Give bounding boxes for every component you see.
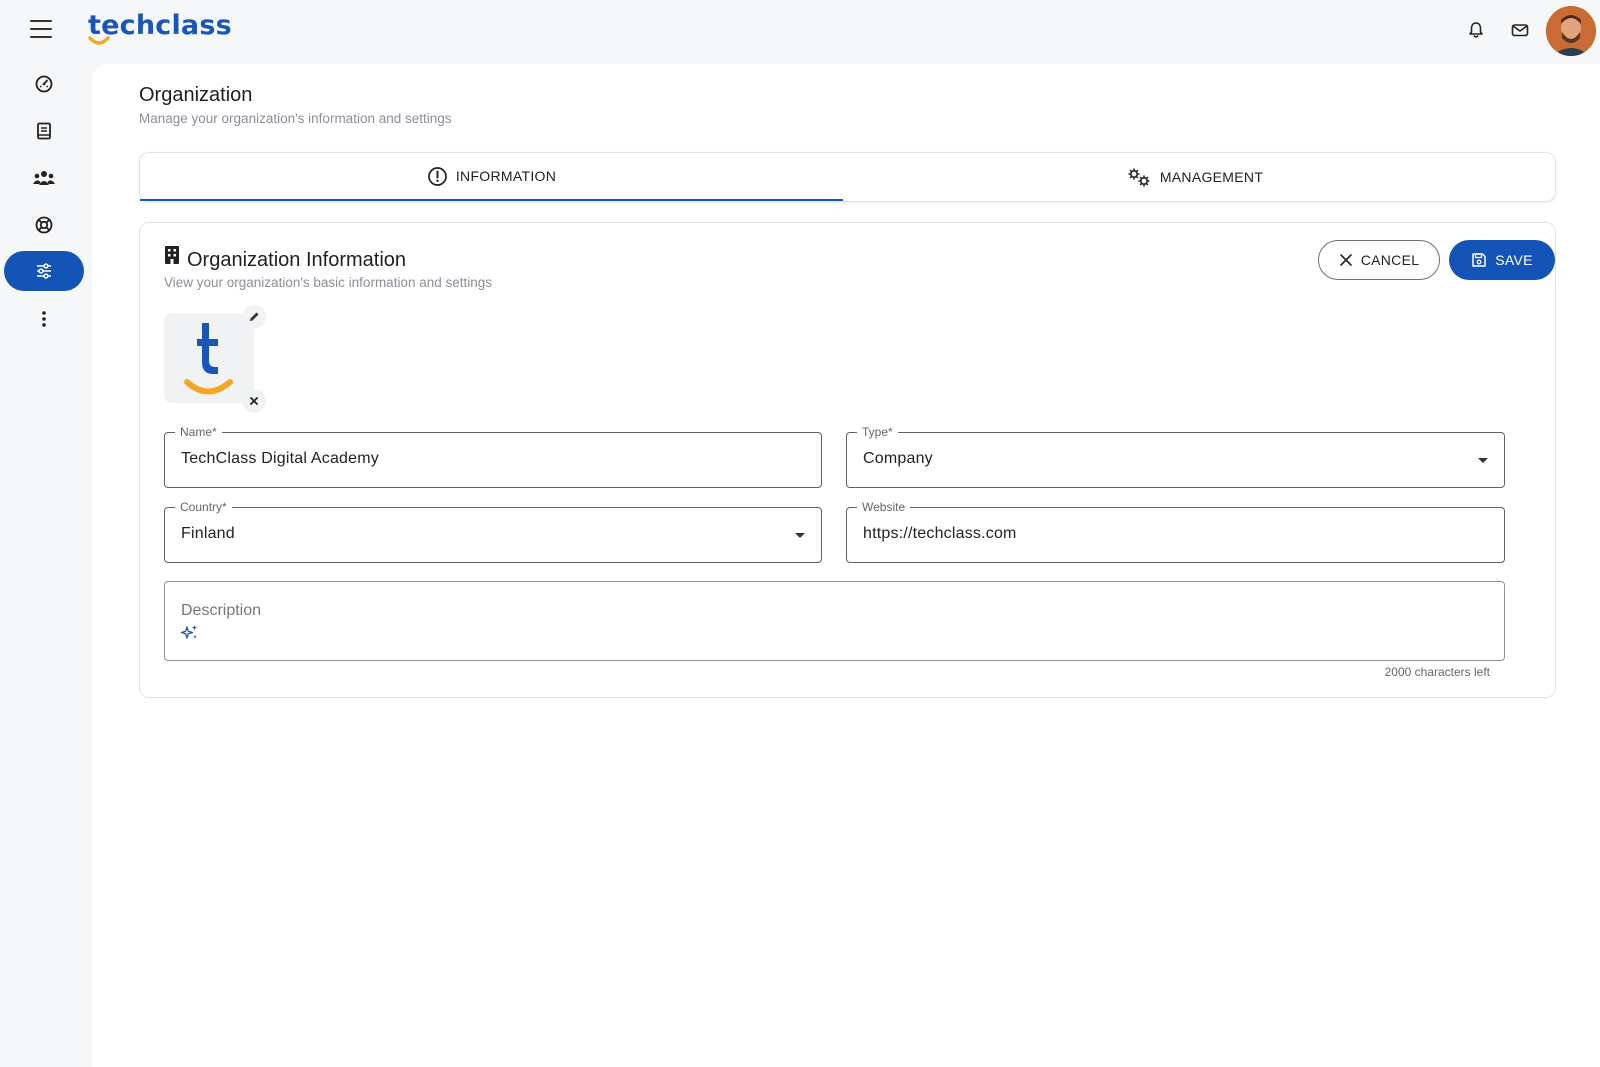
website-field[interactable]: Website https://techclass.com	[846, 500, 1505, 563]
sliders-icon	[37, 263, 51, 279]
tab-management[interactable]: MANAGEMENT	[843, 153, 1546, 201]
book-icon	[37, 122, 51, 140]
menu-icon[interactable]	[30, 20, 52, 38]
card-title-text: Organization Information	[187, 249, 407, 271]
type-select-value: Company	[863, 450, 933, 467]
sidebar-item-courses[interactable]	[4, 111, 84, 151]
description-textarea[interactable]: Description	[164, 581, 1505, 661]
chevron-down-icon	[1478, 458, 1488, 463]
type-select-label: Type*	[857, 425, 898, 439]
bell-icon[interactable]	[1466, 20, 1486, 40]
edit-logo-button[interactable]	[242, 305, 266, 329]
website-field-value: https://techclass.com	[863, 525, 1017, 542]
brand-logo[interactable]: techclass	[88, 10, 238, 52]
website-field-label: Website	[857, 500, 911, 514]
speedometer-icon	[35, 75, 53, 93]
page-title: Organization	[139, 84, 253, 106]
tab-information-label: INFORMATION	[455, 168, 557, 184]
sidebar-item-dashboard[interactable]	[4, 64, 84, 104]
save-button-label: SAVE	[1495, 252, 1533, 268]
description-placeholder: Description	[181, 602, 262, 619]
more-vertical-icon	[42, 311, 46, 327]
lifebuoy-icon	[35, 216, 53, 234]
info-circle-icon	[428, 166, 447, 186]
logo-smile-icon	[88, 36, 110, 45]
country-select-label: Country*	[175, 500, 232, 514]
card-subtitle: View your organization's basic informati…	[164, 275, 493, 290]
tab-bar: INFORMATION MANAGEMENT	[139, 152, 1556, 202]
user-avatar[interactable]	[1546, 6, 1596, 56]
close-icon	[1339, 254, 1352, 266]
save-icon	[1472, 253, 1486, 267]
pencil-icon	[250, 312, 259, 321]
sidebar-item-more[interactable]	[4, 299, 84, 339]
building-icon	[165, 246, 179, 264]
chevron-down-icon	[795, 533, 805, 538]
gears-icon	[1128, 168, 1150, 187]
sidebar-item-users[interactable]	[4, 158, 84, 198]
description-char-counter: 2000 characters left	[1384, 665, 1490, 679]
top-bar: techclass	[0, 0, 1600, 62]
sidebar	[0, 62, 90, 1067]
name-field[interactable]: Name* TechClass Digital Academy	[164, 425, 822, 488]
cancel-button[interactable]: CANCEL	[1318, 240, 1440, 280]
country-select[interactable]: Country* Finland	[164, 500, 822, 563]
sidebar-item-settings[interactable]	[4, 251, 84, 291]
sparkles-icon[interactable]	[180, 624, 200, 642]
organization-info-card: Organization Information View your organ…	[139, 222, 1556, 698]
close-small-icon	[250, 397, 258, 405]
country-select-value: Finland	[181, 525, 235, 542]
page-subtitle: Manage your organization's information a…	[139, 111, 452, 126]
remove-logo-button[interactable]	[242, 389, 266, 413]
sidebar-item-support[interactable]	[4, 205, 84, 245]
name-field-label: Name*	[175, 425, 222, 439]
tab-management-label: MANAGEMENT	[1159, 169, 1264, 185]
save-button[interactable]: SAVE	[1449, 240, 1555, 280]
type-select[interactable]: Type* Company	[846, 425, 1505, 488]
main-content: Organization Manage your organization's …	[92, 64, 1600, 1067]
techclass-logo-icon	[184, 323, 233, 395]
mail-icon[interactable]	[1510, 20, 1530, 40]
organization-logo	[164, 313, 254, 403]
cancel-button-label: CANCEL	[1360, 252, 1420, 268]
tab-information[interactable]: INFORMATION	[140, 153, 843, 201]
name-field-value: TechClass Digital Academy	[181, 450, 379, 467]
users-icon	[33, 171, 55, 185]
card-title: Organization Information	[187, 249, 406, 272]
